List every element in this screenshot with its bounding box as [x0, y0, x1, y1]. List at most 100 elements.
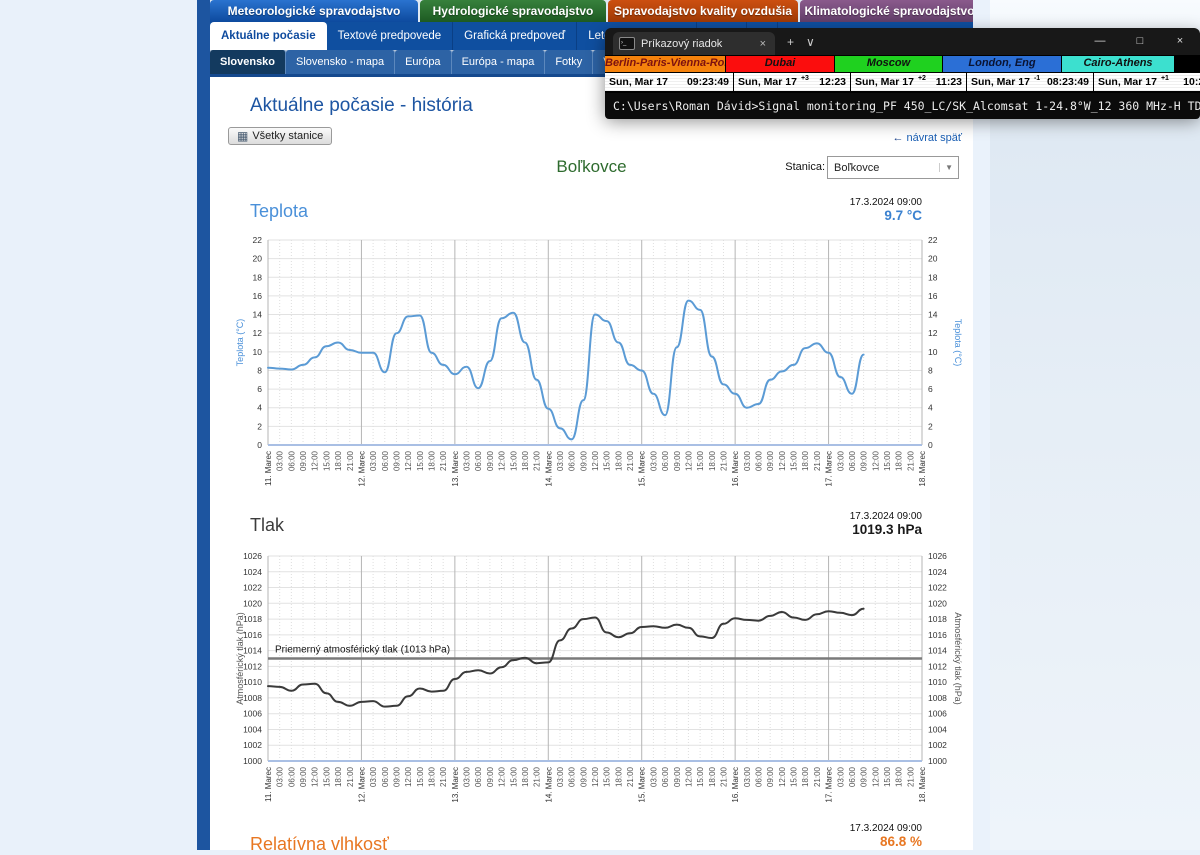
- svg-text:1002: 1002: [928, 740, 947, 750]
- svg-text:4: 4: [928, 403, 933, 413]
- svg-text:21:00: 21:00: [626, 766, 635, 787]
- svg-text:Priemerný atmosférický tlak (1: Priemerný atmosférický tlak (1013 hPa): [275, 645, 450, 656]
- svg-text:12:00: 12:00: [498, 450, 507, 471]
- svg-text:16. Marec: 16. Marec: [731, 767, 740, 803]
- svg-text:17. Marec: 17. Marec: [825, 767, 834, 803]
- close-button[interactable]: ×: [1160, 28, 1200, 54]
- svg-text:06:00: 06:00: [474, 450, 483, 471]
- svg-text:14. Marec: 14. Marec: [544, 767, 553, 803]
- tertiary-tab-slovensko-mapa[interactable]: Slovensko - mapa: [286, 50, 395, 74]
- svg-text:21:00: 21:00: [719, 766, 728, 787]
- svg-text:0: 0: [928, 440, 933, 450]
- svg-text:03:00: 03:00: [649, 766, 658, 787]
- svg-text:1022: 1022: [928, 583, 947, 593]
- svg-text:1000: 1000: [928, 756, 947, 766]
- svg-text:03:00: 03:00: [743, 450, 752, 471]
- svg-text:21:00: 21:00: [906, 450, 915, 471]
- svg-text:06:00: 06:00: [755, 450, 764, 471]
- svg-text:1002: 1002: [243, 740, 262, 750]
- primary-tab-spravodajstvo-kvality-ovzdu-ia[interactable]: Spravodajstvo kvality ovzdušia: [608, 0, 798, 22]
- humidity-chart-title: Relatívna vlhkosť: [250, 834, 389, 855]
- terminal-window: ›_ Príkazový riadok × + ∨ — □ × Berlin-P…: [605, 28, 1200, 115]
- svg-text:18:00: 18:00: [895, 766, 904, 787]
- terminal-command-line[interactable]: C:\Users\Roman Dávid>Signal monitoring_P…: [605, 93, 1200, 119]
- pressure-chart-block: Tlak 17.3.2024 09:00 1019.3 hPa 10001000…: [230, 510, 970, 822]
- svg-text:15:00: 15:00: [509, 450, 518, 471]
- svg-text:1016: 1016: [243, 630, 262, 640]
- svg-text:12: 12: [253, 328, 263, 338]
- svg-text:03:00: 03:00: [743, 766, 752, 787]
- svg-text:4: 4: [257, 403, 262, 413]
- svg-text:12:00: 12:00: [498, 766, 507, 787]
- svg-text:Teplota (°C): Teplota (°C): [235, 319, 245, 367]
- new-tab-button[interactable]: +: [787, 35, 794, 49]
- svg-text:09:00: 09:00: [579, 766, 588, 787]
- tertiary-tab-fotky[interactable]: Fotky: [545, 50, 593, 74]
- tab-close-icon[interactable]: ×: [757, 38, 769, 50]
- svg-text:1006: 1006: [928, 709, 947, 719]
- svg-text:09:00: 09:00: [860, 766, 869, 787]
- svg-text:1016: 1016: [928, 630, 947, 640]
- svg-text:15:00: 15:00: [790, 450, 799, 471]
- pressure-current-date: 17.3.2024 09:00: [850, 511, 922, 522]
- svg-text:Teplota (°C): Teplota (°C): [953, 319, 963, 367]
- clock-time-moscow: Sun, Mar 17+211:23: [851, 73, 967, 91]
- svg-text:1014: 1014: [928, 646, 947, 656]
- svg-text:03:00: 03:00: [276, 450, 285, 471]
- svg-text:15:00: 15:00: [883, 766, 892, 787]
- pressure-chart-title: Tlak: [250, 515, 284, 536]
- minimize-button[interactable]: —: [1080, 28, 1120, 54]
- svg-text:03:00: 03:00: [836, 766, 845, 787]
- maximize-button[interactable]: □: [1120, 28, 1160, 54]
- svg-text:13. Marec: 13. Marec: [451, 767, 460, 803]
- svg-text:18:00: 18:00: [614, 450, 623, 471]
- svg-text:09:00: 09:00: [673, 766, 682, 787]
- svg-text:18:00: 18:00: [428, 450, 437, 471]
- primary-tab-hydrologick-spravodajstvo[interactable]: Hydrologické spravodajstvo: [420, 0, 606, 22]
- tertiary-tab-slovensko[interactable]: Slovensko: [210, 50, 286, 74]
- terminal-titlebar[interactable]: ›_ Príkazový riadok × + ∨ — □ ×: [605, 28, 1200, 55]
- svg-text:09:00: 09:00: [579, 450, 588, 471]
- svg-text:22: 22: [928, 235, 938, 245]
- clock-city-moscow: Moscow: [835, 56, 943, 72]
- svg-text:03:00: 03:00: [369, 766, 378, 787]
- back-link-label: návrat späť: [907, 132, 963, 144]
- primary-tab-klimatologick-spravodajstvo[interactable]: Klimatologické spravodajstvo: [800, 0, 979, 22]
- secondary-tab-textov-predpovede[interactable]: Textové predpovede: [327, 22, 454, 50]
- svg-text:1010: 1010: [928, 677, 947, 687]
- svg-text:16. Marec: 16. Marec: [731, 451, 740, 487]
- terminal-tab-title: Príkazový riadok: [641, 38, 722, 50]
- primary-tab-meteorologick-spravodajstvo[interactable]: Meteorologické spravodajstvo: [210, 0, 418, 22]
- station-select-value: Boľkovce: [834, 162, 879, 174]
- svg-text:06:00: 06:00: [381, 450, 390, 471]
- secondary-tab-grafick-predpove[interactable]: Grafická predpoveď: [453, 22, 577, 50]
- svg-text:21:00: 21:00: [906, 766, 915, 787]
- svg-text:06:00: 06:00: [661, 766, 670, 787]
- svg-text:17. Marec: 17. Marec: [825, 451, 834, 487]
- all-stations-button[interactable]: ▦ Všetky stanice: [228, 127, 332, 145]
- svg-text:03:00: 03:00: [463, 766, 472, 787]
- tab-dropdown-icon[interactable]: ∨: [806, 35, 815, 49]
- svg-text:18: 18: [928, 272, 938, 282]
- svg-text:18: 18: [253, 272, 263, 282]
- svg-text:12:00: 12:00: [591, 766, 600, 787]
- svg-text:03:00: 03:00: [276, 766, 285, 787]
- tertiary-tab-eur-pa[interactable]: Európa: [395, 50, 451, 74]
- svg-text:18:00: 18:00: [801, 766, 810, 787]
- svg-text:03:00: 03:00: [836, 450, 845, 471]
- clock-time-dubai: Sun, Mar 17+312:23: [734, 73, 851, 91]
- svg-text:06:00: 06:00: [848, 450, 857, 471]
- station-select[interactable]: Boľkovce ▼: [827, 156, 959, 179]
- svg-text:1010: 1010: [243, 677, 262, 687]
- secondary-tab-aktu-lne-po-asie[interactable]: Aktuálne počasie: [210, 22, 327, 50]
- svg-text:09:00: 09:00: [392, 766, 401, 787]
- svg-text:21:00: 21:00: [813, 450, 822, 471]
- svg-text:12:00: 12:00: [778, 766, 787, 787]
- back-link[interactable]: ← návrat späť: [892, 132, 962, 144]
- svg-text:12:00: 12:00: [871, 766, 880, 787]
- svg-text:21:00: 21:00: [813, 766, 822, 787]
- all-stations-label: Všetky stanice: [252, 130, 323, 142]
- tertiary-tab-eur-pa-mapa[interactable]: Európa - mapa: [452, 50, 546, 74]
- terminal-tab[interactable]: ›_ Príkazový riadok ×: [613, 32, 775, 55]
- temperature-current-date: 17.3.2024 09:00: [850, 197, 922, 208]
